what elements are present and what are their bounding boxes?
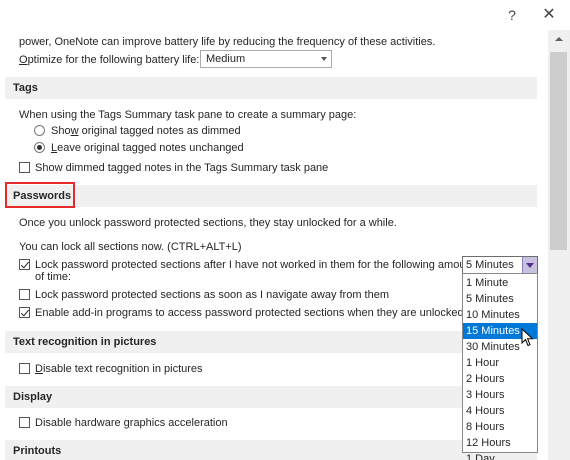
- tags-section-header: Tags: [5, 77, 537, 99]
- vertical-scrollbar[interactable]: [548, 30, 570, 460]
- checkbox-lock-after-time-label-line1[interactable]: Lock password protected sections after I…: [35, 258, 475, 272]
- checkbox-disable-hw-accel-label[interactable]: Disable hardware graphics acceleration: [35, 416, 228, 430]
- optimize-label-accesskey: O: [19, 54, 28, 66]
- checkbox-disable-hw-accel[interactable]: [19, 417, 30, 428]
- radio-leave-unchanged-label[interactable]: Leave original tagged notes unchanged: [51, 141, 244, 155]
- checkbox-lock-on-navigate-label[interactable]: Lock password protected sections as soon…: [35, 288, 389, 302]
- optimize-label: Optimize for the following battery life:: [19, 53, 199, 67]
- title-bar: ? ✕: [0, 0, 570, 30]
- dropdown-option[interactable]: 5 Minutes: [463, 291, 537, 307]
- label-part: isable text recognition in pictures: [42, 363, 203, 375]
- checkbox-show-dimmed-tags-label[interactable]: Show dimmed tagged notes in the Tags Sum…: [35, 161, 328, 175]
- dropdown-option[interactable]: 1 Day: [463, 451, 537, 460]
- checkbox-disable-text-recognition-label[interactable]: Disable text recognition in pictures: [35, 362, 203, 376]
- radio-show-dimmed[interactable]: [34, 125, 45, 136]
- printouts-section-header: Printouts: [5, 440, 537, 460]
- close-button[interactable]: ✕: [534, 2, 564, 28]
- dropdown-option[interactable]: 3 Hours: [463, 387, 537, 403]
- dropdown-option[interactable]: 12 Hours: [463, 435, 537, 451]
- optimize-label-rest: ptimize for the following battery life:: [27, 54, 200, 66]
- checkbox-enable-addin-label[interactable]: Enable add-in programs to access passwor…: [35, 306, 464, 320]
- chevron-down-icon[interactable]: [522, 257, 537, 273]
- mouse-cursor-icon: [521, 328, 534, 347]
- label-accesskey: D: [35, 363, 43, 375]
- chevron-down-icon: [321, 57, 327, 61]
- label-accesskey: w: [70, 125, 79, 137]
- display-section-header: Display: [5, 386, 537, 408]
- radio-show-dimmed-label[interactable]: Show original tagged notes as dimmed: [51, 124, 241, 138]
- lock-after-options-list[interactable]: 1 Minute 5 Minutes 10 Minutes 15 Minutes 30 …: [462, 273, 538, 460]
- dropdown-option[interactable]: 10 Minutes: [463, 307, 537, 323]
- lock-after-dropdown[interactable]: 5 Minutes: [462, 256, 538, 274]
- label-part: Sho: [51, 125, 71, 137]
- label-part: raphics acceleration: [129, 417, 228, 429]
- text-recognition-section-header: Text recognition in pictures: [5, 331, 537, 353]
- lock-after-value: 5 Minutes: [466, 259, 514, 271]
- checkbox-disable-text-recognition[interactable]: [19, 363, 30, 374]
- dropdown-option[interactable]: 8 Hours: [463, 419, 537, 435]
- checkbox-lock-on-navigate[interactable]: [19, 289, 30, 300]
- battery-life-value: Medium: [206, 53, 246, 65]
- scroll-up-arrow-icon[interactable]: [555, 37, 563, 41]
- label-part: original tagged notes as dimmed: [78, 125, 241, 137]
- checkbox-enable-addin[interactable]: [19, 307, 30, 318]
- passwords-section-header: Passwords: [5, 185, 537, 207]
- radio-leave-unchanged[interactable]: [34, 142, 45, 153]
- help-button[interactable]: ?: [497, 2, 527, 28]
- highlight-annotation: [5, 182, 75, 208]
- dropdown-option[interactable]: 2 Hours: [463, 371, 537, 387]
- label-part: Disable hardware: [35, 417, 124, 429]
- passwords-intro-text: Once you unlock password protected secti…: [19, 217, 397, 229]
- lock-all-text: You can lock all sections now. (CTRL+ALT…: [19, 241, 242, 253]
- label-part: eave original tagged notes unchanged: [57, 142, 244, 154]
- checkbox-lock-after-time-label-line2[interactable]: of time:: [35, 270, 71, 284]
- battery-life-dropdown[interactable]: Medium: [200, 50, 332, 68]
- dropdown-option[interactable]: 1 Hour: [463, 355, 537, 371]
- checkbox-lock-after-time[interactable]: [19, 259, 30, 270]
- tags-intro-text: When using the Tags Summary task pane to…: [19, 109, 357, 121]
- dropdown-option[interactable]: 1 Minute: [463, 275, 537, 291]
- checkbox-show-dimmed-tags[interactable]: [19, 162, 30, 173]
- dropdown-option[interactable]: 4 Hours: [463, 403, 537, 419]
- battery-intro-text: power, OneNote can improve battery life …: [19, 36, 436, 48]
- scrollbar-thumb[interactable]: [550, 52, 567, 250]
